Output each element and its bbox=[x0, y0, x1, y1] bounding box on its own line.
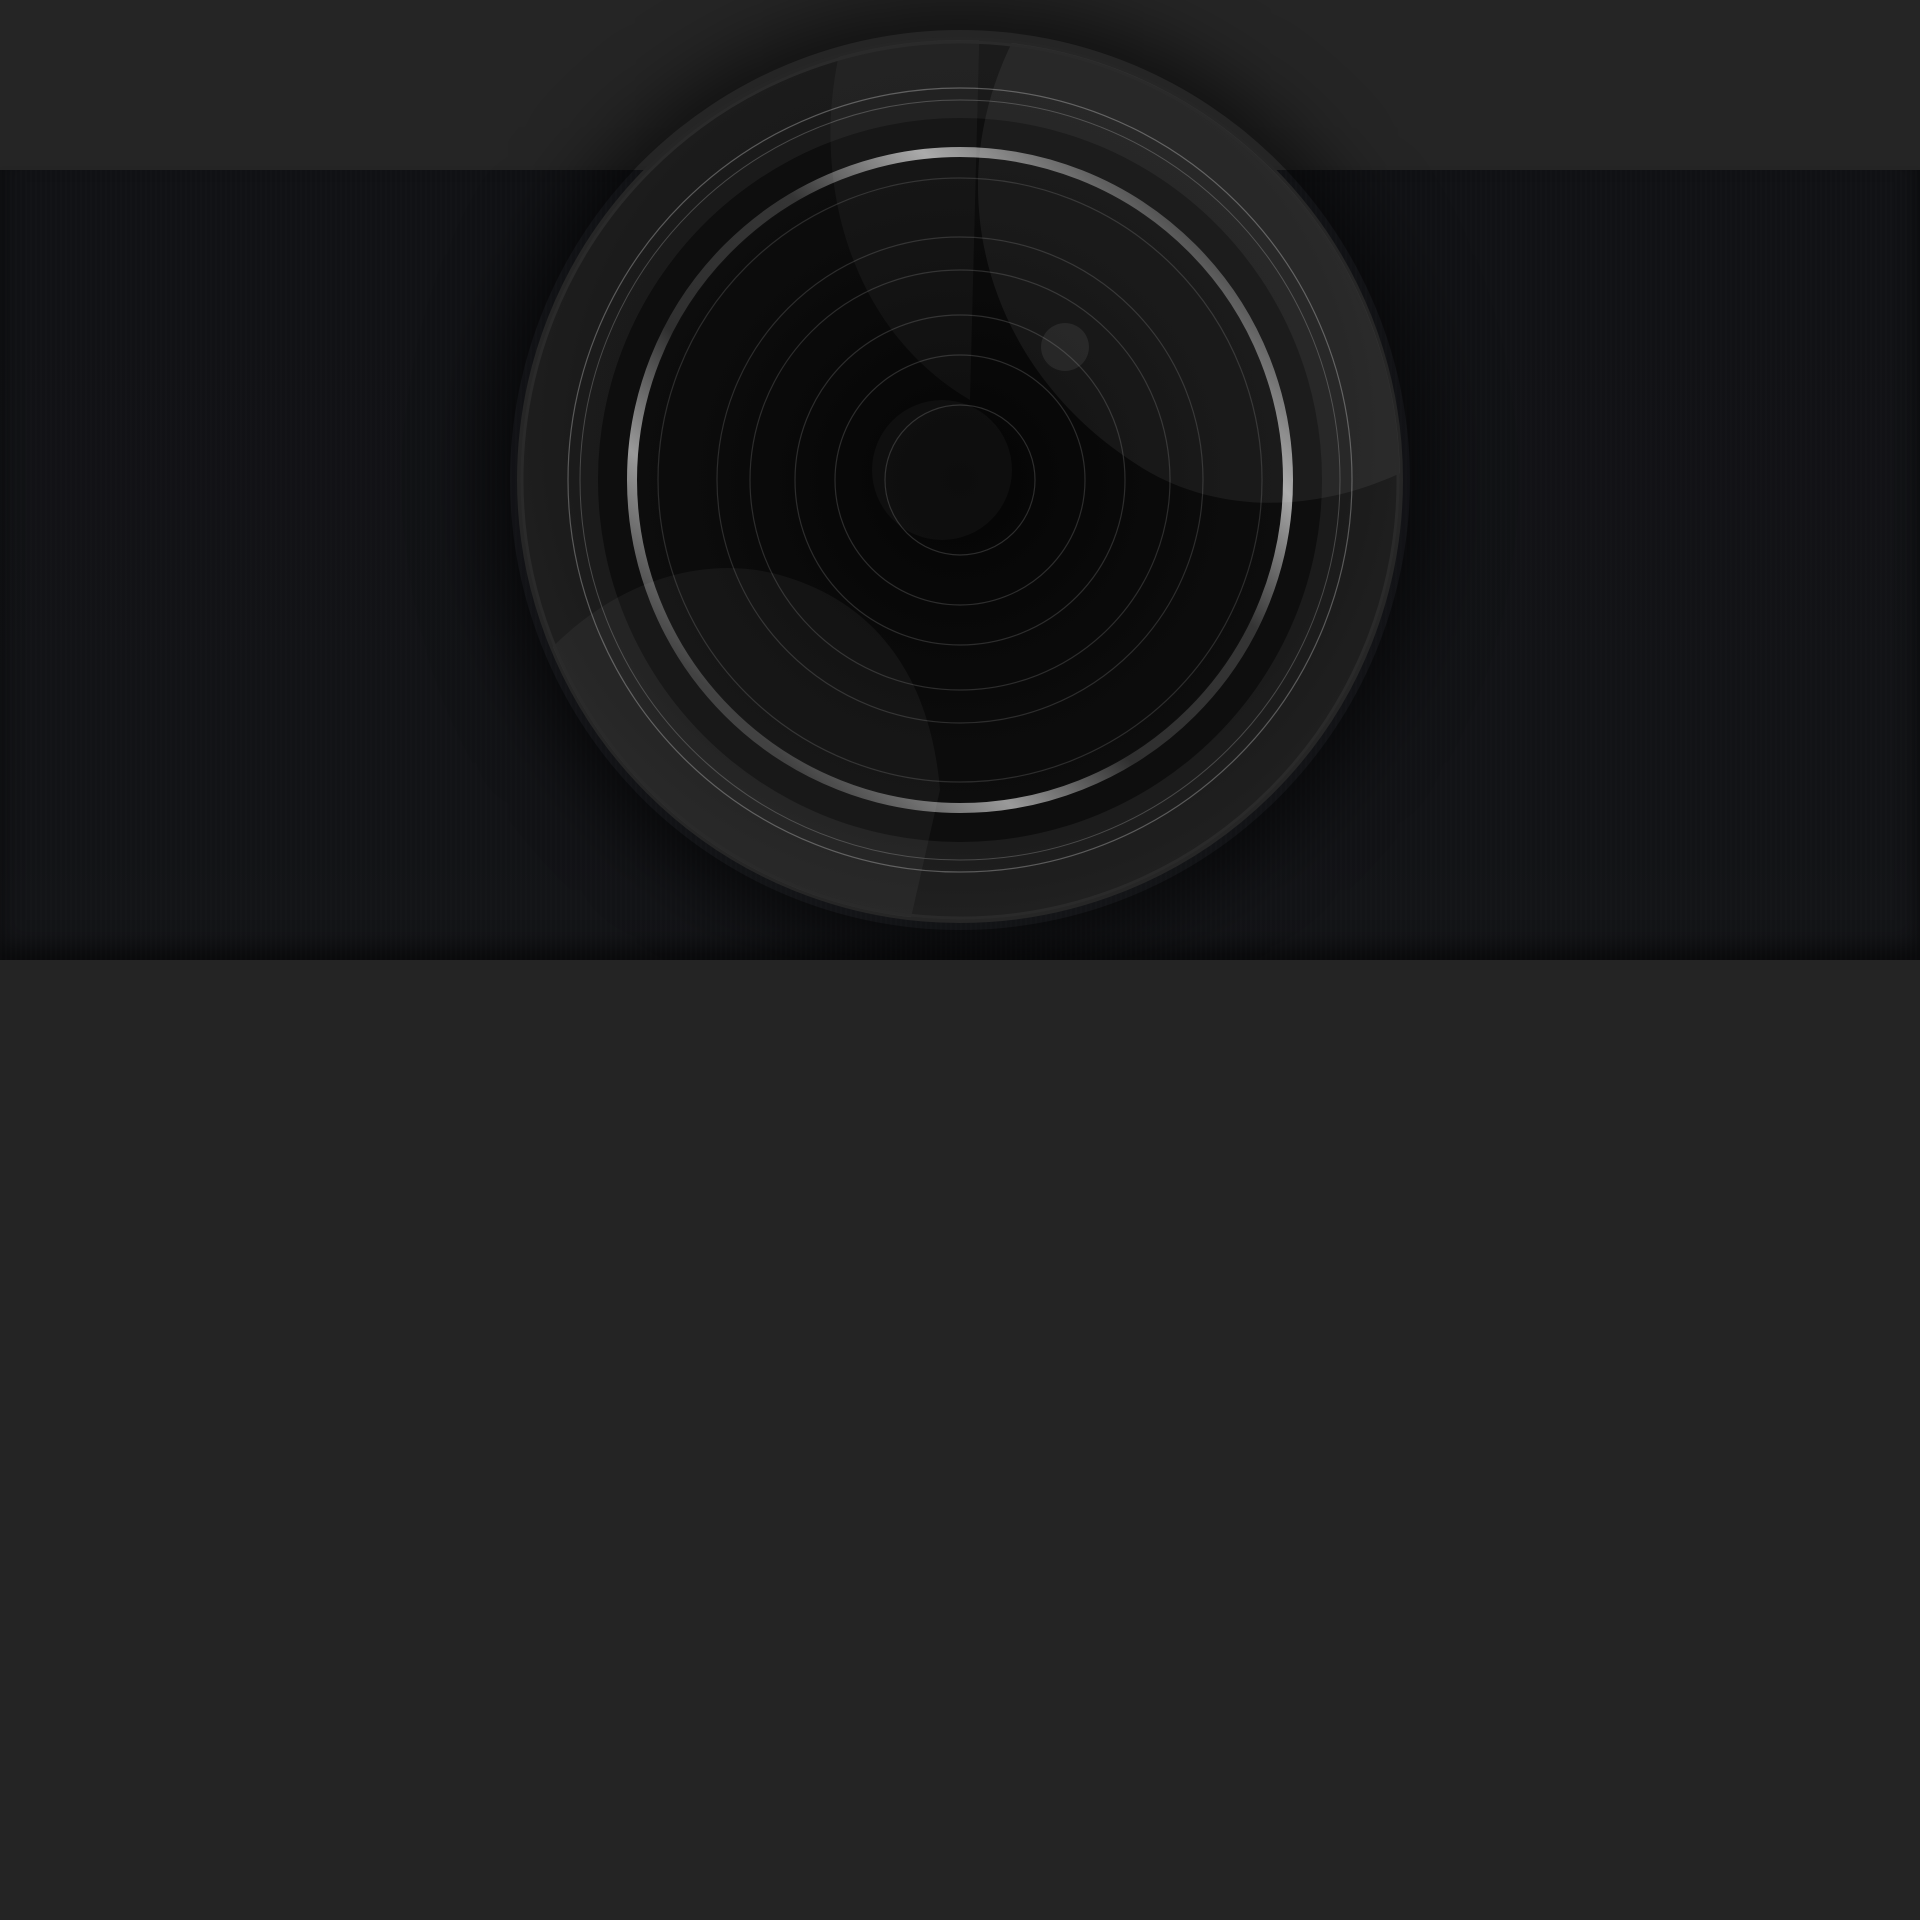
camera-lens-icon bbox=[510, 30, 1410, 930]
lens-highlight-spot bbox=[1041, 323, 1089, 371]
lens-inner-glint bbox=[872, 400, 1012, 540]
camera-screen bbox=[0, 0, 1920, 1920]
camera-lens-graphic bbox=[517, 37, 1403, 923]
lower-panel bbox=[0, 960, 1920, 1920]
